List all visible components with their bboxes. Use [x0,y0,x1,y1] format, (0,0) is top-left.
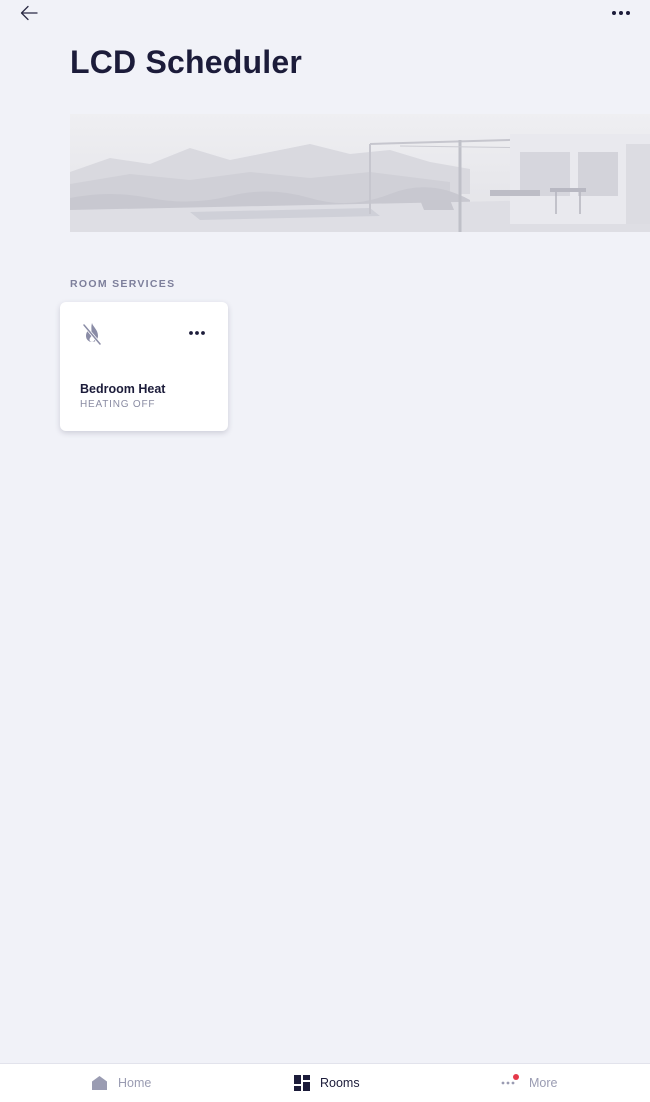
nav-home-label: Home [118,1076,152,1090]
more-horizontal-icon [612,11,630,15]
card-menu-button[interactable] [186,326,208,340]
rooms-grid-icon [294,1075,310,1091]
more-horizontal-icon [501,1074,519,1086]
flame-off-icon [80,321,104,347]
nav-rooms[interactable]: Rooms [294,1064,360,1102]
nav-more[interactable]: More [501,1064,557,1102]
page-title: LCD Scheduler [70,44,302,80]
service-status: HEATING OFF [80,399,156,410]
back-button[interactable] [18,2,40,24]
page-menu-button[interactable] [610,4,632,22]
arrow-left-icon [20,5,38,21]
hero-image [70,114,650,232]
more-horizontal-icon [189,331,205,335]
bottom-navigation: Home Rooms More [0,1063,650,1102]
notification-dot [513,1074,519,1080]
nav-more-label: More [529,1076,558,1090]
service-card-bedroom-heat[interactable]: Bedroom Heat HEATING OFF [60,302,228,431]
home-icon [92,1076,107,1090]
nav-home[interactable]: Home [91,1064,151,1102]
service-name: Bedroom Heat [80,382,166,396]
nav-rooms-label: Rooms [320,1076,360,1090]
section-heading: ROOM SERVICES [70,278,176,290]
